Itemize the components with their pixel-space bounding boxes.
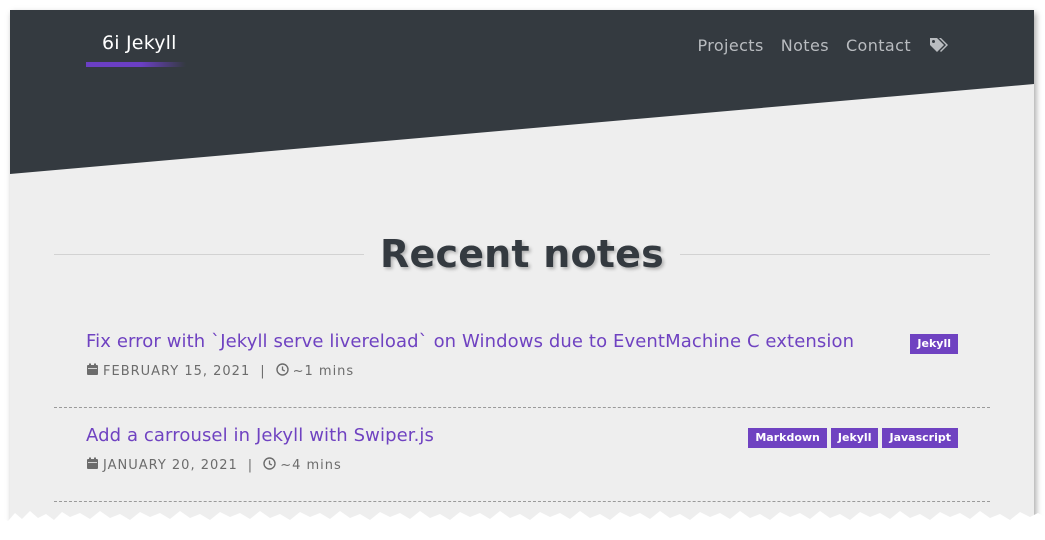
logo-underline	[86, 62, 186, 67]
clock-icon	[275, 363, 289, 380]
note-title-link[interactable]: Fix error with `Jekyll serve livereload`…	[86, 331, 854, 352]
note-read-time: ~4 mins	[280, 458, 342, 473]
list-item: Fix error with `Jekyll serve livereload`…	[54, 328, 990, 408]
notes-list: Fix error with `Jekyll serve livereload`…	[54, 328, 990, 516]
clock-icon	[263, 457, 276, 474]
nav-link-projects[interactable]: Projects	[697, 36, 763, 55]
note-date: JANUARY 20, 2021	[103, 458, 238, 473]
note-title-link[interactable]: Add a carrousel in Jekyll with Swiper.js	[86, 425, 434, 446]
section-heading: Recent notes	[54, 232, 990, 276]
note-read-time: ~1 mins	[292, 364, 355, 379]
note-meta: JANUARY 20, 2021 | ~4 mins	[86, 457, 342, 474]
tag-badge[interactable]: Jekyll	[910, 334, 958, 354]
note-tags: Markdown Jekyll Javascript	[748, 428, 958, 448]
nav-link-notes[interactable]: Notes	[781, 36, 829, 55]
page-frame: 6i Jekyll Projects Notes Contact Recent …	[10, 10, 1034, 525]
meta-separator: |	[260, 364, 266, 379]
nav-link-contact[interactable]: Contact	[846, 36, 911, 55]
note-meta: FEBRUARY 15, 2021 | ~1 mins	[86, 363, 354, 380]
calendar-icon	[86, 457, 99, 474]
calendar-icon	[86, 363, 99, 380]
meta-separator: |	[247, 458, 254, 473]
page-title: Recent notes	[380, 232, 664, 276]
note-date: FEBRUARY 15, 2021	[103, 364, 251, 379]
torn-edge	[0, 511, 1045, 540]
site-logo[interactable]: 6i Jekyll	[86, 32, 193, 60]
main-nav: Projects Notes Contact	[697, 36, 950, 55]
tag-badge[interactable]: Jekyll	[830, 428, 879, 448]
note-tags: Jekyll	[910, 334, 958, 354]
tags-icon[interactable]	[929, 37, 950, 54]
list-item: Add a carrousel in Jekyll with Swiper.js…	[54, 422, 990, 502]
heading-rule-right	[679, 253, 990, 255]
tag-badge[interactable]: Markdown	[748, 428, 827, 448]
tag-badge[interactable]: Javascript	[882, 428, 958, 448]
heading-rule-left	[54, 253, 365, 255]
